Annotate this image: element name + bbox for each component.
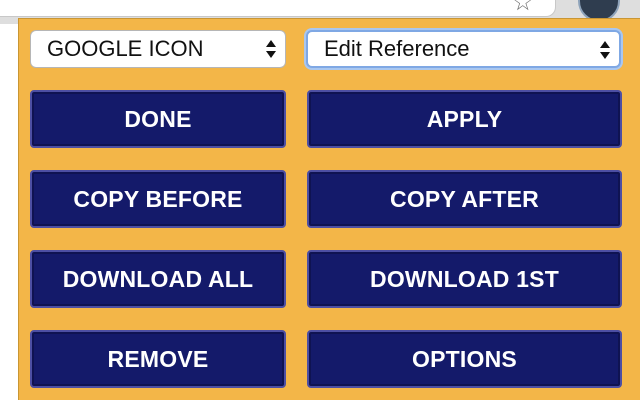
icon-source-select-value: GOOGLE ICON — [47, 36, 204, 61]
copy-after-button[interactable]: COPY AFTER — [307, 170, 622, 228]
select-arrows-icon — [599, 38, 611, 62]
download-first-button[interactable]: DOWNLOAD 1ST — [307, 250, 622, 308]
mode-select[interactable]: Edit Reference — [306, 30, 621, 68]
icon-source-select[interactable]: GOOGLE ICON — [30, 30, 286, 68]
options-button[interactable]: OPTIONS — [307, 330, 622, 388]
select-arrows-icon — [265, 37, 277, 61]
download-all-button[interactable]: DOWNLOAD ALL — [30, 250, 286, 308]
apply-button[interactable]: APPLY — [307, 90, 622, 148]
remove-button[interactable]: REMOVE — [30, 330, 286, 388]
address-bar[interactable]: ☆ — [0, 0, 556, 17]
done-button[interactable]: DONE — [30, 90, 286, 148]
star-icon[interactable]: ☆ — [512, 0, 534, 15]
mode-select-value: Edit Reference — [324, 36, 470, 61]
copy-before-button[interactable]: COPY BEFORE — [30, 170, 286, 228]
